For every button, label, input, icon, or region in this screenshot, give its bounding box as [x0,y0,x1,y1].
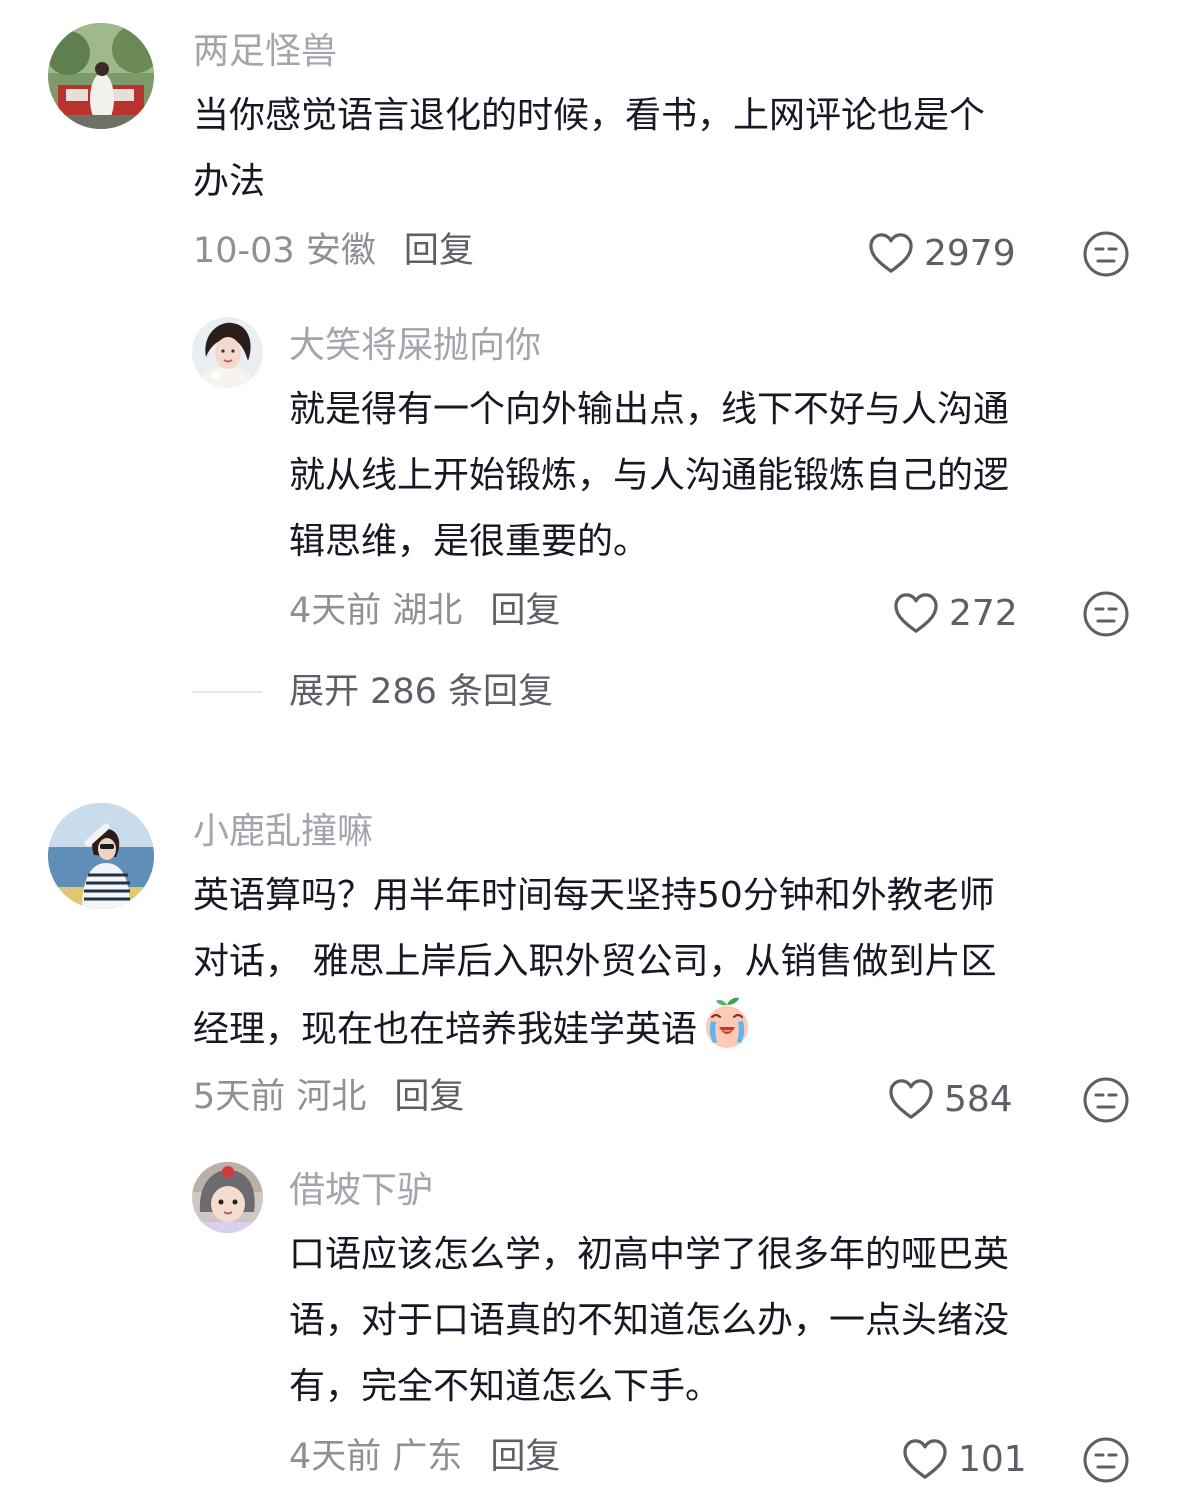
like-button[interactable]: 584 [888,1076,1013,1122]
reply-meta: 4天前 广东 回复 [289,1434,560,1480]
like-count: 101 [958,1438,1027,1480]
dislike-button[interactable] [1082,590,1130,638]
time-location: 4天前 广东 [289,1437,463,1477]
comment-line: 对话， 雅思上岸后入职外贸公司，从销售做到片区 [193,941,997,982]
time-location: 10-03 安徽 [193,231,376,271]
like-count: 584 [944,1078,1013,1120]
comment-line: 办法 [193,161,266,202]
like-button[interactable]: 272 [893,590,1018,636]
expand-divider [192,691,262,693]
heart-outline-icon [903,1439,947,1479]
neutral-face-icon [1083,1077,1129,1123]
comment-line: 当你感觉语言退化的时候，看书，上网评论也是个 [193,95,986,136]
dislike-button[interactable] [1082,1076,1130,1124]
reply-line: 辑思维，是很重要的。 [289,521,650,562]
heart-outline-icon [889,1079,933,1119]
comment-line: 英语算吗？用半年时间每天坚持50分钟和外教老师 [193,875,995,916]
time-location: 4天前 湖北 [289,591,463,631]
reply-text: 就是得有一个向外输出点，线下不好与人沟通 就从线上开始锻炼，与人沟通能锻炼自己的… [289,377,1149,575]
like-count: 2979 [924,232,1016,274]
neutral-face-icon [1083,231,1129,277]
reply-line: 口语应该怎么学，初高中学了很多年的哑巴英 [289,1234,1010,1275]
reply-button[interactable]: 回复 [490,1437,560,1477]
reply-button[interactable]: 回复 [394,1077,464,1117]
comment-meta: 5天前 河北 回复 [193,1074,464,1120]
username[interactable]: 大笑将屎抛向你 [289,322,541,370]
comment-meta: 10-03 安徽 回复 [193,228,474,274]
avatar[interactable] [48,23,154,129]
reply-line: 有，完全不知道怎么下手。 [289,1366,722,1407]
neutral-face-icon [1083,591,1129,637]
time-location: 5天前 河北 [193,1077,367,1117]
reply-button[interactable]: 回复 [490,591,560,631]
comment-text: 英语算吗？用半年时间每天坚持50分钟和外教老师 对话， 雅思上岸后入职外贸公司，… [193,863,1153,1063]
reply-button[interactable]: 回复 [404,231,474,271]
dislike-button[interactable] [1082,230,1130,278]
like-button[interactable]: 2979 [868,230,1016,276]
reply-line: 就从线上开始锻炼，与人沟通能锻炼自己的逻 [289,455,1010,496]
avatar[interactable] [192,1162,263,1233]
reply-text: 口语应该怎么学，初高中学了很多年的哑巴英 语，对于口语真的不知道怎么办，一点头绪… [289,1222,1149,1420]
reply-line: 语，对于口语真的不知道怎么办，一点头绪没 [289,1300,1010,1341]
neutral-face-icon [1083,1437,1129,1483]
username[interactable]: 小鹿乱撞嘛 [193,808,373,856]
reply-line: 就是得有一个向外输出点，线下不好与人沟通 [289,389,1010,430]
crying-peach-emoji [699,995,755,1051]
heart-outline-icon [894,593,938,633]
avatar[interactable] [192,317,263,388]
dislike-button[interactable] [1082,1436,1130,1484]
heart-outline-icon [869,233,913,273]
avatar[interactable] [48,803,154,909]
username[interactable]: 两足怪兽 [193,28,337,76]
username[interactable]: 借坡下驴 [289,1167,433,1215]
like-count: 272 [949,592,1018,634]
comment-line: 经理，现在也在培养我娃学英语 [193,1009,698,1050]
comment-text: 当你感觉语言退化的时候，看书，上网评论也是个 办法 [193,83,1153,215]
like-button[interactable]: 101 [902,1436,1027,1482]
expand-replies-button[interactable]: 展开 286 条回复 [289,669,553,715]
reply-meta: 4天前 湖北 回复 [289,588,560,634]
